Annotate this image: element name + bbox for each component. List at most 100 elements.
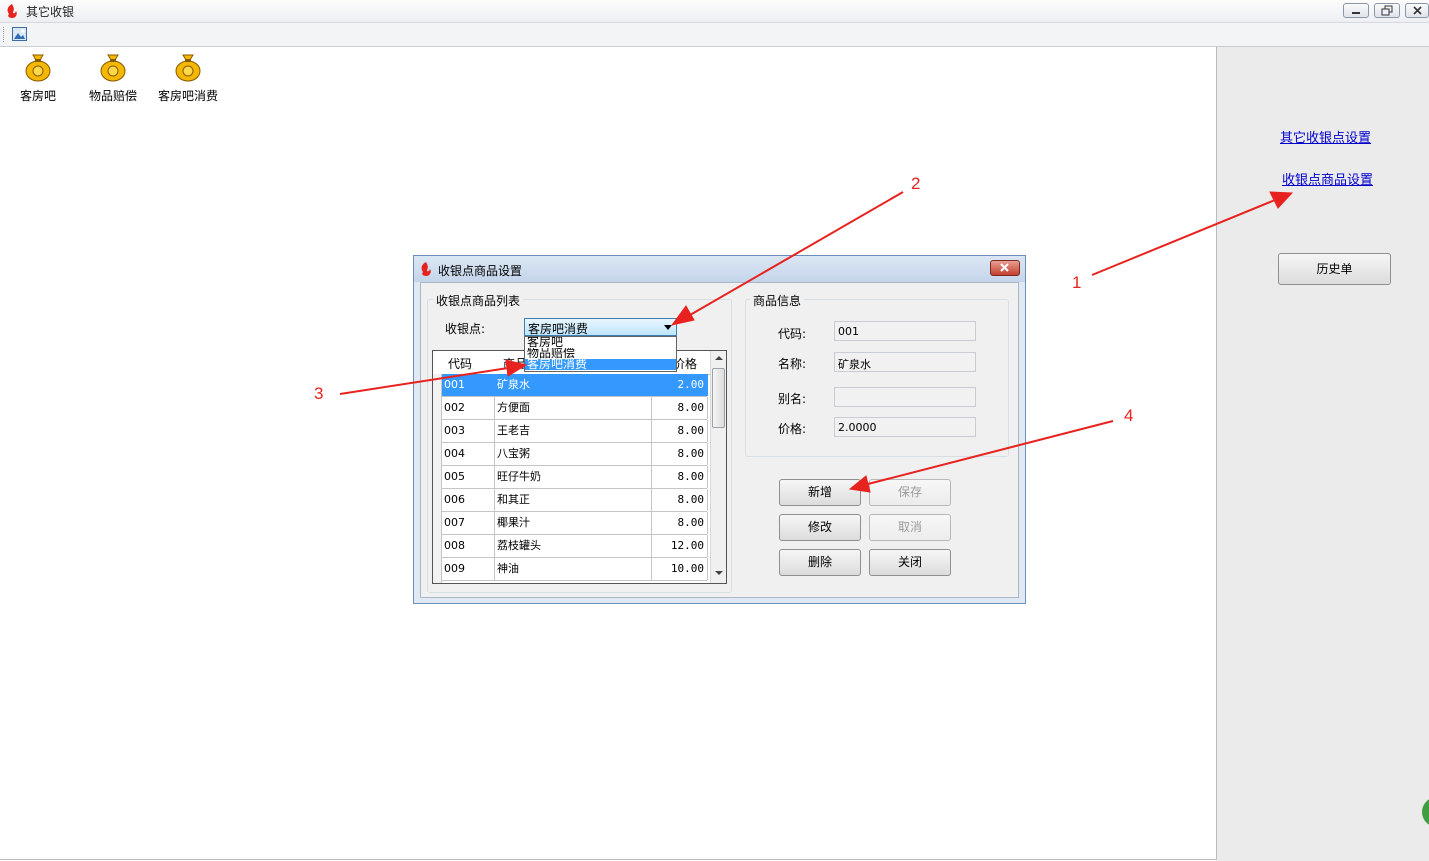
cell-code: 003 xyxy=(442,420,495,442)
cell-code: 002 xyxy=(442,397,495,419)
station-label: 收银点: xyxy=(445,322,486,336)
close-icon xyxy=(1413,6,1422,15)
dialog-body: 收银点商品列表 收银点: 代码 商品 价格 001 矿泉水 2.00 002 方便面 8.… xyxy=(420,282,1019,598)
app-logo-icon xyxy=(421,262,431,276)
station-dropdown-list[interactable]: 客房吧 物品赔偿 客房吧消费 xyxy=(524,336,677,372)
goods-settings-dialog: 收银点商品设置 收银点商品列表 收银点: 代码 商品 价格 001 矿泉水 2.00… xyxy=(413,255,1026,604)
table-row[interactable]: 003 王老吉 8.00 xyxy=(442,420,708,443)
cell-code: 006 xyxy=(442,489,495,511)
price-label: 价格: xyxy=(778,422,807,436)
close-button[interactable]: 关闭 xyxy=(869,549,951,576)
chevron-down-icon[interactable] xyxy=(663,324,673,332)
money-bag-icon xyxy=(100,54,126,82)
right-panel: 其它收银点设置 收银点商品设置 历史单 xyxy=(1217,47,1429,861)
scroll-down-icon[interactable] xyxy=(714,569,724,577)
grid-scrollbar[interactable] xyxy=(710,351,726,583)
picture-icon[interactable] xyxy=(12,27,28,42)
toolbar-grip[interactable] xyxy=(3,27,6,42)
cell-name: 和其正 xyxy=(495,489,652,511)
cell-name: 矿泉水 xyxy=(495,374,652,396)
cell-code: 001 xyxy=(442,374,495,396)
grid-header-code: 代码 xyxy=(448,357,473,371)
alias-label: 别名: xyxy=(778,392,807,406)
goods-info-group-title: 商品信息 xyxy=(750,292,805,309)
goods-list-group-title: 收银点商品列表 xyxy=(433,292,524,309)
code-field[interactable]: 001 xyxy=(834,321,976,341)
alias-field[interactable] xyxy=(834,387,976,407)
station-label: 物品赔偿 xyxy=(88,89,137,103)
dialog-close-button[interactable] xyxy=(990,260,1020,276)
cell-price: 8.00 xyxy=(652,420,708,442)
cell-price: 10.00 xyxy=(652,558,708,580)
cell-name: 荔枝罐头 xyxy=(495,535,652,557)
table-row[interactable]: 009 神油 10.00 xyxy=(442,558,708,581)
dialog-title: 收银点商品设置 xyxy=(438,264,523,278)
table-row-selected[interactable]: 001 矿泉水 2.00 xyxy=(442,374,708,397)
goods-grid[interactable]: 代码 商品 价格 001 矿泉水 2.00 002 方便面 8.00 003 王老吉 8.00 0… xyxy=(432,350,727,584)
money-bag-icon xyxy=(25,54,51,82)
annotation-label-4: 4 xyxy=(1124,406,1134,425)
station-combobox-value: 客房吧消费 xyxy=(528,322,589,336)
code-label: 代码: xyxy=(778,327,807,341)
name-label: 名称: xyxy=(778,357,807,371)
name-field[interactable]: 矿泉水 xyxy=(834,352,976,372)
station-label: 客房吧消费 xyxy=(157,89,218,103)
table-row[interactable]: 008 荔枝罐头 12.00 xyxy=(442,535,708,558)
price-field[interactable]: 2.0000 xyxy=(834,417,976,437)
cell-name: 方便面 xyxy=(495,397,652,419)
cancel-button[interactable]: 取消 xyxy=(869,514,951,541)
table-row[interactable]: 005 旺仔牛奶 8.00 xyxy=(442,466,708,489)
minimize-icon xyxy=(1352,12,1360,14)
table-row[interactable]: 007 椰果汁 8.00 xyxy=(442,512,708,535)
cell-code: 008 xyxy=(442,535,495,557)
station-label: 客房吧 xyxy=(19,89,56,103)
cell-code: 009 xyxy=(442,558,495,580)
cell-name: 神油 xyxy=(495,558,652,580)
restore-icon xyxy=(1381,5,1393,16)
dropdown-option-selected[interactable]: 客房吧消费 xyxy=(525,359,676,370)
history-button[interactable]: 历史单 xyxy=(1278,253,1391,285)
restore-button[interactable] xyxy=(1374,3,1400,18)
save-button[interactable]: 保存 xyxy=(869,479,951,506)
cell-name: 椰果汁 xyxy=(495,512,652,534)
table-row[interactable]: 002 方便面 8.00 xyxy=(442,397,708,420)
close-icon xyxy=(1000,263,1009,272)
edit-button[interactable]: 修改 xyxy=(779,514,861,541)
cell-code: 004 xyxy=(442,443,495,465)
scroll-up-icon[interactable] xyxy=(714,354,724,362)
annotation-label-3: 3 xyxy=(314,384,324,403)
cell-code: 007 xyxy=(442,512,495,534)
station-goods-settings-link[interactable]: 收银点商品设置 xyxy=(1282,169,1373,188)
other-station-settings-link[interactable]: 其它收银点设置 xyxy=(1280,127,1371,146)
annotation-label-1: 1 xyxy=(1072,273,1082,292)
app-logo-icon xyxy=(7,4,17,18)
grid-row-indicator-column xyxy=(433,374,442,583)
table-row[interactable]: 004 八宝粥 8.00 xyxy=(442,443,708,466)
station-kefangba[interactable]: 客房吧 xyxy=(3,52,73,104)
cell-name: 八宝粥 xyxy=(495,443,652,465)
close-window-button[interactable] xyxy=(1405,3,1429,18)
window-title: 其它收银 xyxy=(26,5,75,19)
cell-price: 8.00 xyxy=(652,466,708,488)
side-widget-icon[interactable] xyxy=(1422,797,1429,827)
station-kefangba-xiaofei[interactable]: 客房吧消费 xyxy=(153,52,223,104)
cell-price: 12.00 xyxy=(652,535,708,557)
table-row[interactable]: 006 和其正 8.00 xyxy=(442,489,708,512)
cell-code: 005 xyxy=(442,466,495,488)
cell-price: 8.00 xyxy=(652,489,708,511)
dialog-title-bar: 收银点商品设置 xyxy=(414,256,1025,282)
cell-price: 8.00 xyxy=(652,443,708,465)
dropdown-option[interactable]: 物品赔偿 xyxy=(525,348,676,359)
add-button[interactable]: 新增 xyxy=(779,479,861,506)
station-combobox[interactable]: 客房吧消费 xyxy=(524,318,677,336)
cell-price: 2.00 xyxy=(652,374,708,396)
dropdown-option[interactable]: 客房吧 xyxy=(525,337,676,348)
money-bag-icon xyxy=(175,54,201,82)
grid-rows: 001 矿泉水 2.00 002 方便面 8.00 003 王老吉 8.00 004 八宝粥 8.00… xyxy=(442,374,710,583)
station-wupinpeichang[interactable]: 物品赔偿 xyxy=(78,52,148,104)
delete-button[interactable]: 删除 xyxy=(779,549,861,576)
annotation-label-2: 2 xyxy=(911,174,921,193)
scroll-thumb[interactable] xyxy=(712,368,725,428)
minimize-button[interactable] xyxy=(1343,3,1369,18)
cell-name: 王老吉 xyxy=(495,420,652,442)
